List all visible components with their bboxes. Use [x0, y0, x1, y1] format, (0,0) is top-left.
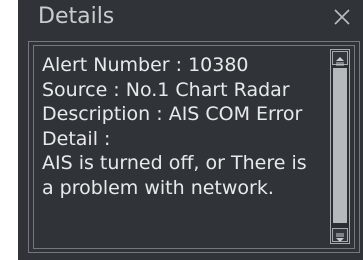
detail-text-line: AIS is turned off, or There is [42, 152, 307, 174]
description-line: Description : AIS COM Error [42, 103, 303, 125]
alert-number-line: Alert Number : 10380 [42, 54, 249, 76]
scroll-up-icon [336, 57, 344, 66]
details-text-area: Alert Number : 10380 Source : No.1 Chart… [33, 45, 355, 249]
dialog-title: Details [38, 4, 115, 29]
title-bar: Details [18, 0, 363, 34]
scroll-down-icon [336, 233, 344, 242]
detail-label-line: Detail : [42, 127, 111, 150]
details-dialog: Details Alert Number : 10380 Source : No… [18, 0, 363, 260]
scroll-down-button[interactable] [332, 228, 348, 242]
source-line: Source : No.1 Chart Radar [42, 78, 290, 101]
scroll-up-button[interactable] [332, 51, 348, 66]
details-frame: Alert Number : 10380 Source : No.1 Chart… [28, 41, 360, 253]
details-text: Alert Number : 10380 Source : No.1 Chart… [42, 53, 327, 200]
vertical-scrollbar[interactable] [330, 49, 350, 244]
close-icon[interactable] [331, 6, 353, 28]
scroll-thumb[interactable] [333, 68, 347, 223]
detail-text-line: a problem with network. [42, 176, 274, 199]
